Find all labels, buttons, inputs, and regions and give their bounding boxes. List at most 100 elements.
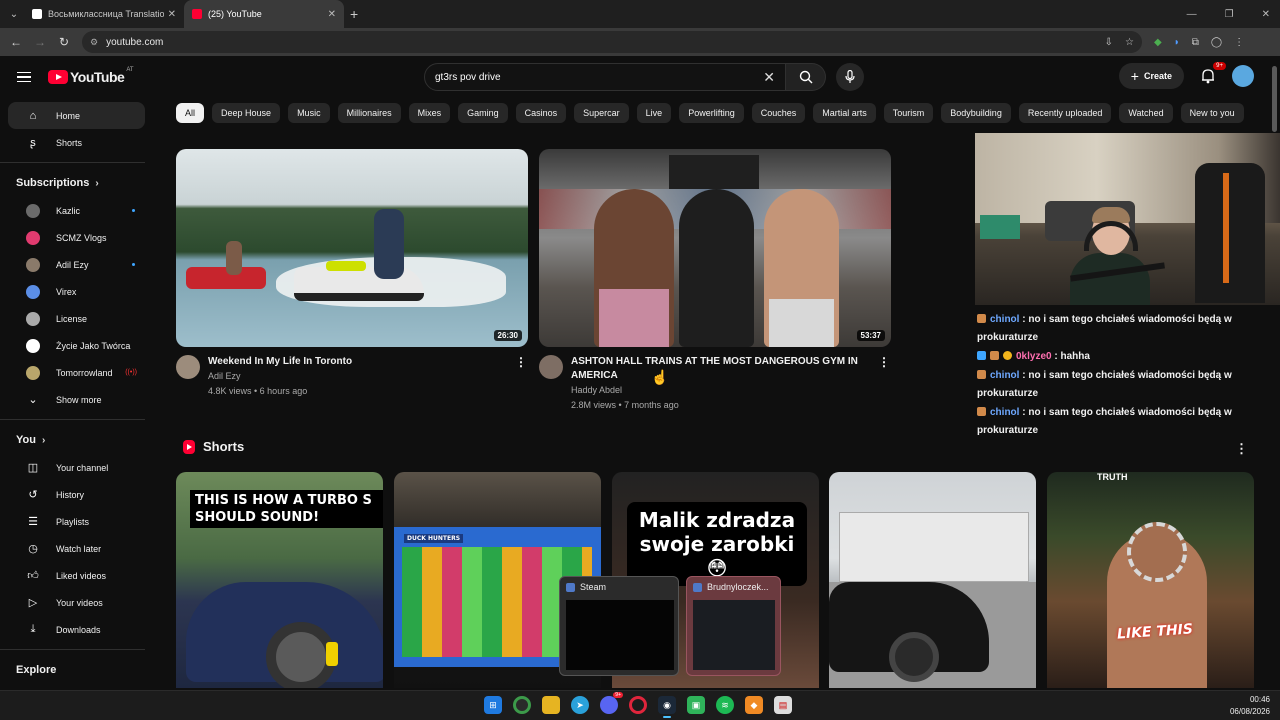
tab-search-icon[interactable]: ⌄ bbox=[4, 4, 24, 24]
tab-title: (25) YouTube bbox=[208, 9, 262, 19]
sidebar-item-liked-videos[interactable]: 👍︎ Liked videos bbox=[8, 562, 145, 589]
sidebar-item-playlists[interactable]: ☰ Playlists bbox=[8, 508, 145, 535]
restore-icon[interactable]: ❐ bbox=[1225, 9, 1234, 20]
system-clock[interactable]: 00:46 06/08/2026 bbox=[1230, 694, 1270, 718]
sidebar-item-shorts[interactable]: ʂ Shorts bbox=[8, 129, 145, 156]
you-header[interactable]: You › bbox=[0, 426, 155, 454]
show-more-button[interactable]: ⌄ Show more bbox=[8, 386, 145, 413]
youtube-logo[interactable]: YouTube AT bbox=[48, 67, 134, 85]
search-input[interactable]: gt3rs pov drive ✕ bbox=[424, 63, 786, 91]
sidebar-item-history[interactable]: ↺ History bbox=[8, 481, 145, 508]
video-thumbnail[interactable]: 26:30 bbox=[176, 149, 528, 347]
app-icon[interactable]: ▤ bbox=[774, 696, 792, 714]
chip-casinos[interactable]: Casinos bbox=[515, 103, 567, 123]
sidebar-item-home[interactable]: ⌂ Home bbox=[8, 102, 145, 129]
notifications-button[interactable]: 9+ bbox=[1198, 62, 1226, 86]
sidebar-item-your-videos[interactable]: ▷ Your videos bbox=[8, 589, 145, 616]
voice-search-button[interactable] bbox=[836, 63, 864, 91]
back-button[interactable]: ← bbox=[4, 35, 28, 49]
chip-deep-house[interactable]: Deep House bbox=[212, 103, 281, 123]
channel-name[interactable]: Adil Ezy bbox=[208, 369, 514, 384]
browser-tab-youtube[interactable]: (25) YouTube ✕ bbox=[184, 0, 344, 28]
address-bar[interactable]: ⚙ youtube.com ⇩ ☆ bbox=[82, 31, 1142, 53]
chip-music[interactable]: Music bbox=[288, 103, 330, 123]
chip-recently-uploaded[interactable]: Recently uploaded bbox=[1018, 103, 1112, 123]
bookmark-star-icon[interactable]: ☆ bbox=[1125, 37, 1134, 48]
short-card[interactable]: THIS IS HOW A TURBO S SHOULD SOUND! bbox=[176, 472, 383, 688]
close-tab-icon[interactable]: ✕ bbox=[328, 9, 336, 20]
taskbar-preview-steam[interactable]: Steam bbox=[559, 576, 679, 676]
telegram-icon[interactable]: ➤ bbox=[571, 696, 589, 714]
app-icon[interactable]: ▣ bbox=[687, 696, 705, 714]
search-button[interactable] bbox=[786, 63, 826, 91]
chip-powerlifting[interactable]: Powerlifting bbox=[679, 103, 744, 123]
sidebar-item-watch-later[interactable]: ◷ Watch later bbox=[8, 535, 145, 562]
sidebar-item-zycie-jako-tworca[interactable]: Życie Jako Twórca bbox=[8, 332, 145, 359]
chip-mixes[interactable]: Mixes bbox=[408, 103, 451, 123]
close-window-icon[interactable]: ✕ bbox=[1262, 9, 1270, 20]
audio-extension-icon[interactable]: ◗ bbox=[1174, 37, 1180, 48]
close-tab-icon[interactable]: ✕ bbox=[168, 9, 176, 20]
chip-gaming[interactable]: Gaming bbox=[458, 103, 508, 123]
chip-new-to-you[interactable]: New to you bbox=[1180, 103, 1244, 123]
chip-all[interactable]: All bbox=[176, 103, 205, 123]
chip-live[interactable]: Live bbox=[636, 103, 672, 123]
site-info-icon[interactable]: ⚙ bbox=[90, 37, 98, 48]
minimize-icon[interactable]: — bbox=[1187, 9, 1197, 20]
browser-menu-icon[interactable]: ⋮ bbox=[1234, 37, 1244, 48]
windows-start-icon[interactable]: ⊞ bbox=[484, 696, 502, 714]
chrome-icon[interactable] bbox=[513, 696, 531, 714]
more-options-icon[interactable]: ⋮ bbox=[877, 355, 891, 413]
sidebar-item-label: Downloads bbox=[56, 624, 101, 635]
sidebar-item-scmz-vlogs[interactable]: SCMZ Vlogs bbox=[8, 224, 145, 251]
opera-icon[interactable] bbox=[629, 696, 647, 714]
app-icon[interactable]: ◆ bbox=[745, 696, 763, 714]
channel-avatar[interactable] bbox=[176, 355, 200, 379]
profile-icon[interactable]: ◯ bbox=[1211, 37, 1222, 48]
video-card[interactable]: 53:37 ASHTON HALL TRAINS AT THE MOST DAN… bbox=[539, 149, 891, 413]
channel-name[interactable]: Haddy Abdel bbox=[571, 383, 877, 398]
create-button[interactable]: + Create bbox=[1118, 63, 1184, 89]
reload-button[interactable]: ↻ bbox=[52, 35, 76, 49]
file-explorer-icon[interactable] bbox=[542, 696, 560, 714]
sidebar-item-virex[interactable]: Virex bbox=[8, 278, 145, 305]
channel-avatar[interactable] bbox=[539, 355, 563, 379]
subscriptions-header[interactable]: Subscriptions › bbox=[0, 169, 155, 197]
install-app-icon[interactable]: ⇩ bbox=[1105, 37, 1113, 48]
new-tab-button[interactable]: + bbox=[350, 6, 358, 22]
discord-icon[interactable]: 9+ bbox=[600, 692, 623, 714]
show-more-label: Show more bbox=[56, 394, 102, 405]
sidebar-item-downloads[interactable]: ⤓ Downloads bbox=[8, 616, 145, 643]
chip-watched[interactable]: Watched bbox=[1119, 103, 1173, 123]
chip-millionaires[interactable]: Millionaires bbox=[337, 103, 401, 123]
more-options-icon[interactable]: ⋮ bbox=[1235, 441, 1248, 457]
browser-tab-translation[interactable]: Восьмиклассница Translation ✕ bbox=[24, 0, 184, 28]
chip-tourism[interactable]: Tourism bbox=[883, 103, 934, 123]
taskbar-preview-brudnyloczek[interactable]: Brudnyloczek... bbox=[686, 576, 781, 676]
sidebar-item-tomorrowland[interactable]: Tomorrowland ((•)) bbox=[8, 359, 145, 386]
forward-button[interactable]: → bbox=[28, 35, 52, 49]
menu-icon[interactable] bbox=[17, 71, 31, 83]
more-options-icon[interactable]: ⋮ bbox=[514, 355, 528, 399]
scrollbar-thumb[interactable] bbox=[1272, 66, 1277, 132]
sidebar-item-adil-ezy[interactable]: Adil Ezy bbox=[8, 251, 145, 278]
chip-bodybuilding[interactable]: Bodybuilding bbox=[941, 103, 1011, 123]
video-card[interactable]: 26:30 Weekend In My Life In Toronto Adil… bbox=[176, 149, 528, 399]
chip-martial-arts[interactable]: Martial arts bbox=[813, 103, 876, 123]
video-thumbnail[interactable]: 53:37 bbox=[539, 149, 891, 347]
extensions-icon[interactable]: ⧉ bbox=[1192, 37, 1199, 48]
chip-couches[interactable]: Couches bbox=[751, 103, 806, 123]
short-card[interactable] bbox=[829, 472, 1036, 688]
short-card[interactable]: TRUTH LIKE THIS bbox=[1047, 472, 1254, 688]
translate-extension-icon[interactable]: ◆ bbox=[1154, 37, 1162, 48]
spotify-icon[interactable]: ≋ bbox=[716, 696, 734, 714]
sidebar-item-kazlic[interactable]: Kazlic bbox=[8, 197, 145, 224]
account-avatar[interactable] bbox=[1232, 65, 1254, 87]
steam-taskbar-icon[interactable]: ◉ bbox=[658, 696, 676, 718]
chip-supercar[interactable]: Supercar bbox=[574, 103, 629, 123]
clear-search-icon[interactable]: ✕ bbox=[763, 69, 775, 86]
video-title[interactable]: ASHTON HALL TRAINS AT THE MOST DANGEROUS… bbox=[571, 355, 877, 383]
video-title[interactable]: Weekend In My Life In Toronto bbox=[208, 355, 514, 369]
sidebar-item-license[interactable]: License bbox=[8, 305, 145, 332]
sidebar-item-your-channel[interactable]: ◫ Your channel bbox=[8, 454, 145, 481]
